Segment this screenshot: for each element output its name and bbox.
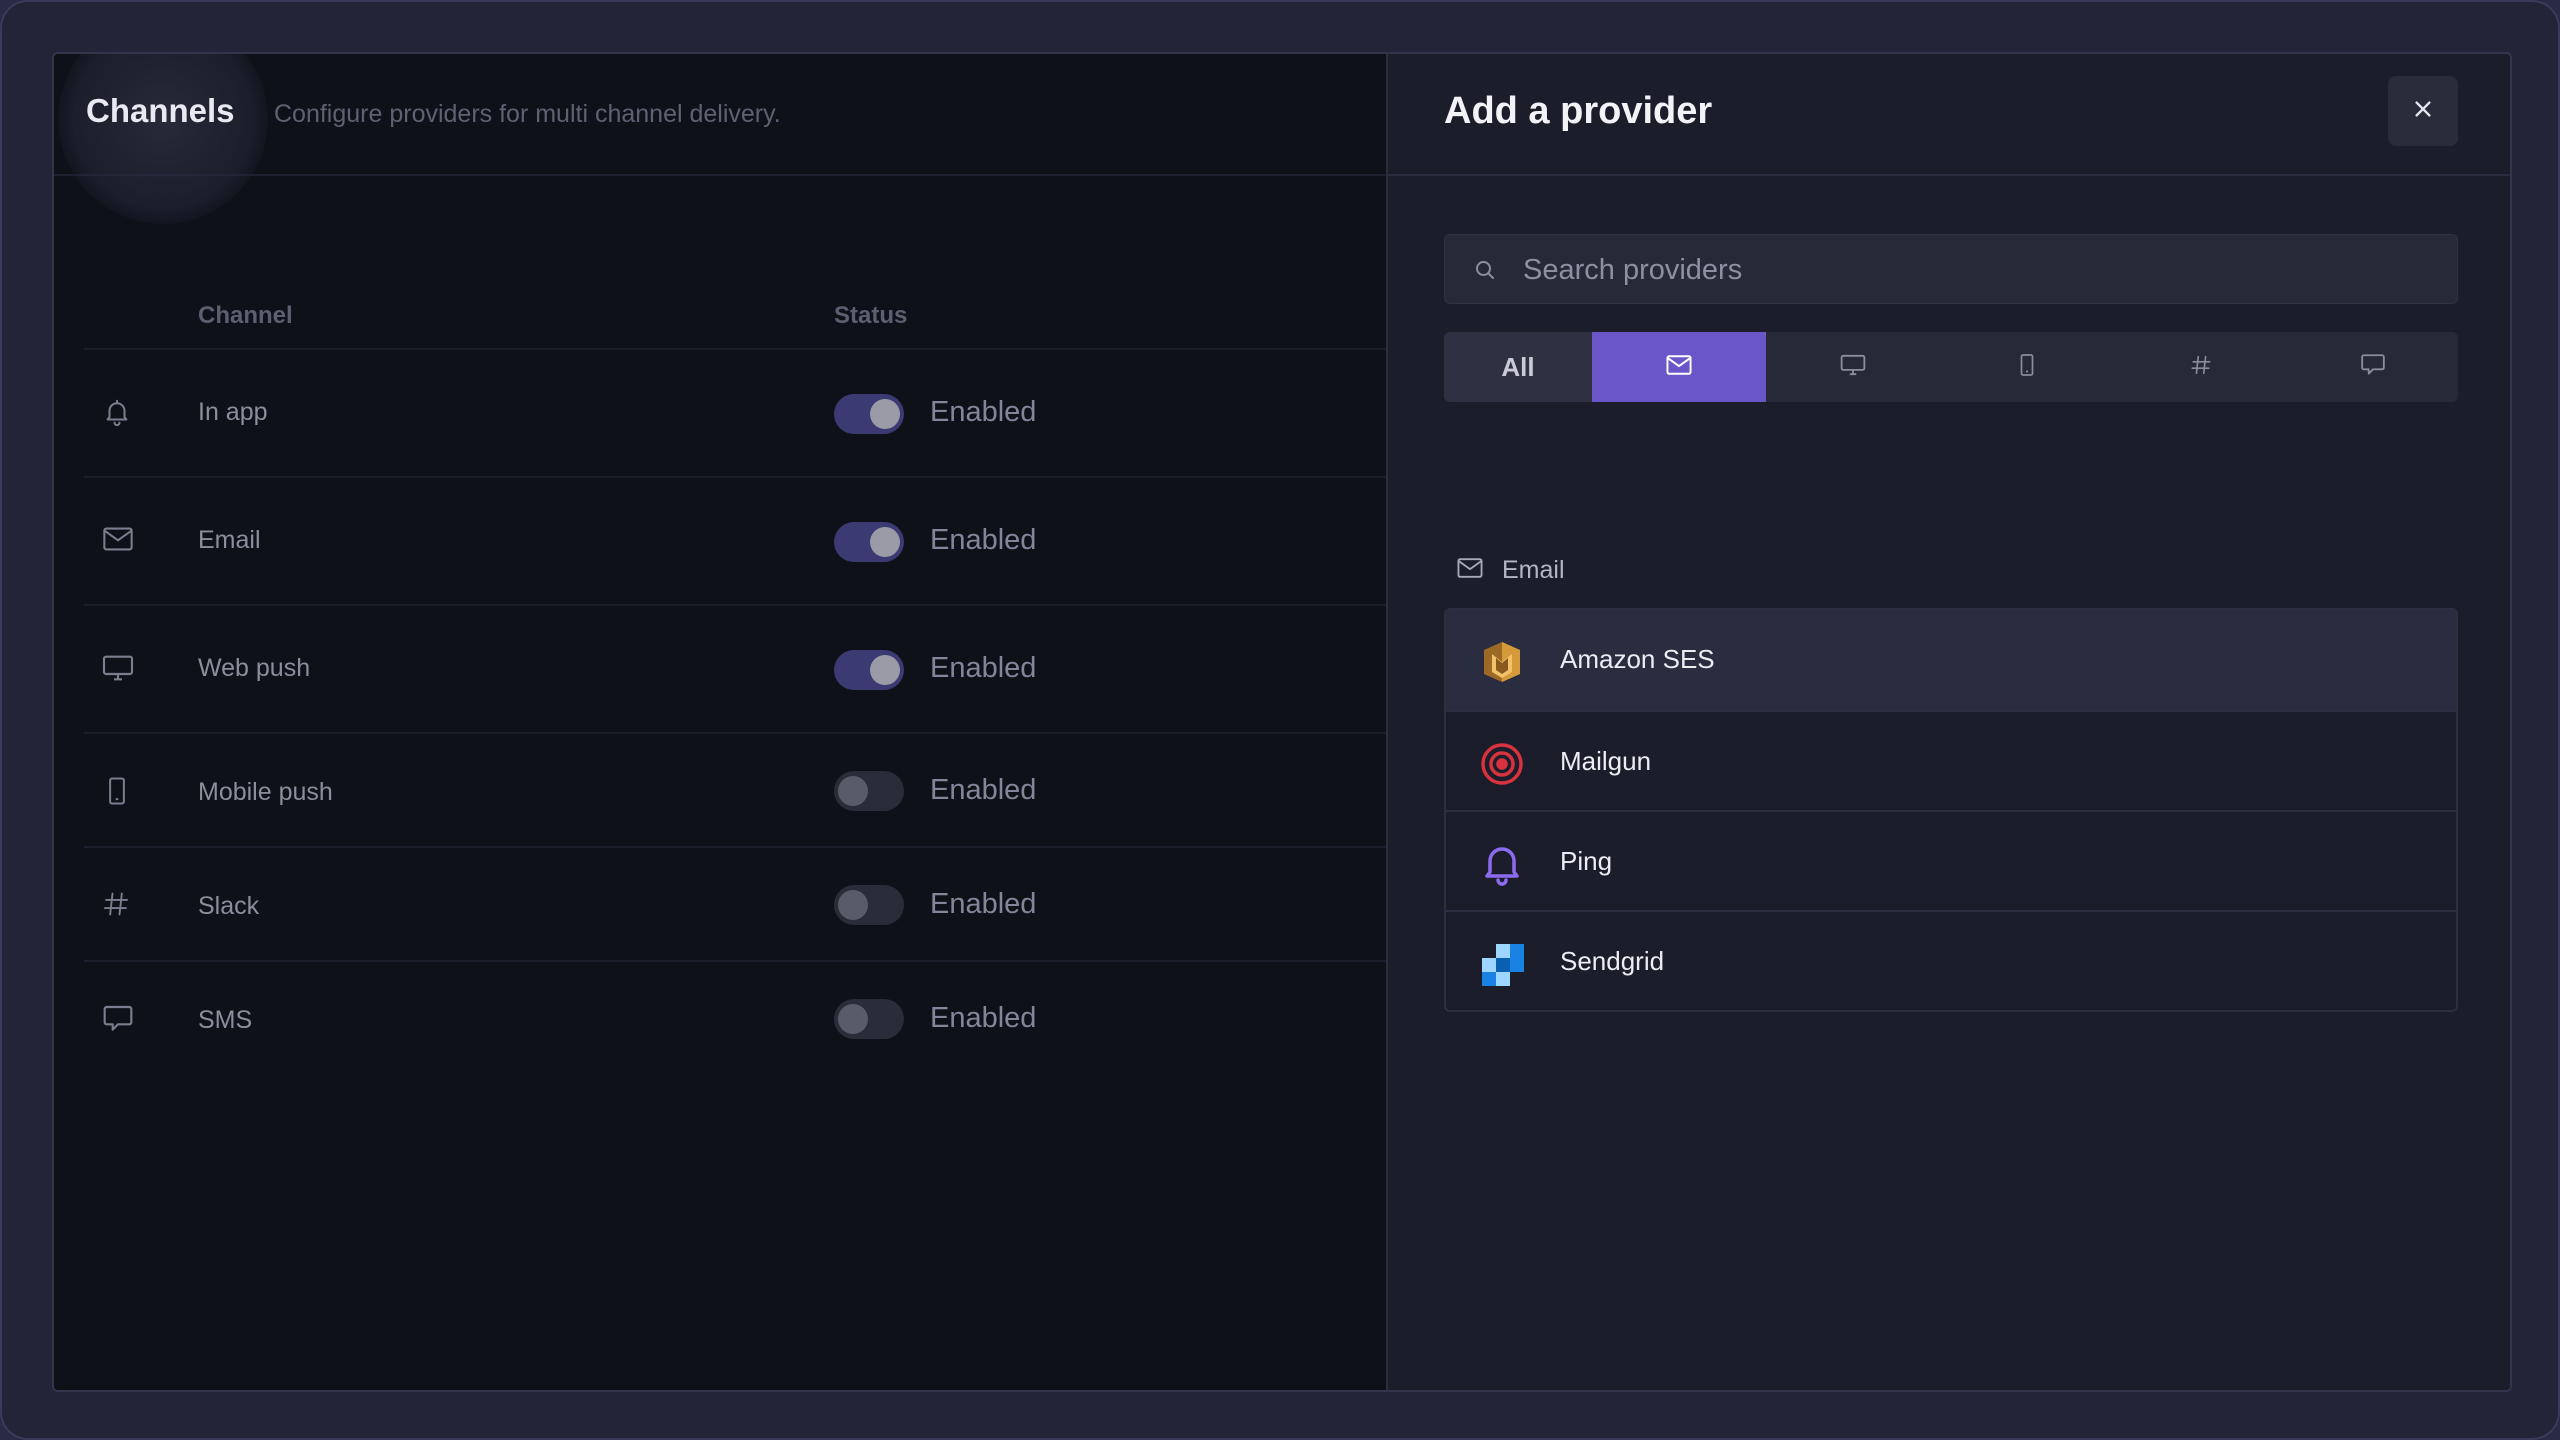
provider-name: Sendgrid — [1560, 946, 1665, 976]
channel-toggle-slack[interactable] — [834, 885, 904, 925]
mail-icon — [102, 526, 134, 557]
provider-name: Mailgun — [1560, 746, 1652, 776]
panel-title: Add a provider — [1444, 90, 1713, 132]
channel-toggle-sms[interactable] — [834, 999, 904, 1039]
page-subtitle: Configure providers for multi channel de… — [274, 100, 781, 128]
provider-group-header: Email — [1456, 556, 1565, 585]
provider-item-mailgun[interactable]: Mailgun — [1446, 710, 2456, 810]
page-title: Channels — [86, 92, 235, 129]
channel-toggle-web-push[interactable] — [834, 650, 904, 690]
channel-row-sms: SMS Enabled — [84, 960, 1386, 1074]
channel-label: Slack — [198, 892, 260, 920]
provider-item-ping[interactable]: Ping — [1446, 810, 2456, 910]
message-icon — [2360, 353, 2386, 382]
ping-logo — [1480, 842, 1524, 886]
column-header-channel: Channel — [198, 302, 293, 329]
channels-header: Channels Configure providers for multi c… — [54, 54, 1386, 224]
provider-item-amazon-ses[interactable]: Amazon SES — [1446, 610, 2456, 710]
channel-filter-tabs: All — [1444, 332, 2458, 402]
tab-web-push[interactable] — [1766, 332, 1940, 402]
monitor-icon — [1840, 353, 1866, 382]
search-box — [1444, 234, 2458, 305]
close-icon — [2412, 98, 2434, 125]
channel-status: Enabled — [930, 396, 1037, 428]
hash-icon — [2190, 354, 2212, 381]
provider-name: Ping — [1560, 846, 1613, 876]
mail-icon — [1456, 557, 1484, 584]
smartphone-icon — [2015, 353, 2039, 382]
provider-list: Amazon SES Mailgun Ping Sendgrid — [1444, 608, 2458, 1012]
tab-email[interactable] — [1592, 332, 1766, 402]
channel-row-email: Email Enabled — [84, 476, 1386, 604]
tab-sms[interactable] — [2288, 332, 2458, 402]
cursor-highlight — [58, 54, 268, 224]
channels-pane: Channels Configure providers for multi c… — [54, 54, 1386, 1390]
add-provider-panel: Add a provider All — [1386, 54, 2510, 1390]
message-icon — [102, 1004, 134, 1039]
channel-label: Mobile push — [198, 778, 333, 806]
tab-slack[interactable] — [2114, 332, 2288, 402]
app-window: Channels Configure providers for multi c… — [52, 52, 2512, 1392]
channel-status: Enabled — [930, 888, 1037, 920]
provider-name: Amazon SES — [1560, 644, 1715, 674]
hash-icon — [102, 890, 130, 923]
channel-status: Enabled — [930, 774, 1037, 806]
smartphone-icon — [102, 776, 132, 811]
app-frame: Channels Configure providers for multi c… — [0, 0, 2560, 1440]
channel-toggle-email[interactable] — [834, 522, 904, 562]
channel-toggle-in-app[interactable] — [834, 394, 904, 434]
mail-icon — [1665, 354, 1693, 381]
search-icon — [1473, 258, 1497, 287]
sendgrid-logo — [1480, 942, 1524, 986]
channel-label: Email — [198, 526, 261, 554]
channel-status: Enabled — [930, 652, 1037, 684]
tab-mobile-push[interactable] — [1940, 332, 2114, 402]
monitor-icon — [102, 654, 134, 687]
amazon-ses-logo — [1480, 640, 1524, 684]
channel-row-web-push: Web push Enabled — [84, 604, 1386, 732]
bell-icon — [102, 396, 132, 433]
channel-label: In app — [198, 398, 268, 426]
close-button[interactable] — [2388, 76, 2458, 146]
channel-status: Enabled — [930, 524, 1037, 556]
provider-item-sendgrid[interactable]: Sendgrid — [1446, 910, 2456, 1010]
channel-row-mobile-push: Mobile push Enabled — [84, 732, 1386, 846]
channel-status: Enabled — [930, 1002, 1037, 1034]
search-input[interactable] — [1523, 235, 2423, 305]
column-header-status: Status — [834, 302, 908, 329]
provider-group-label: Email — [1502, 556, 1565, 584]
panel-header: Add a provider — [1388, 54, 2510, 176]
channel-row-slack: Slack Enabled — [84, 846, 1386, 960]
channel-label: SMS — [198, 1006, 253, 1034]
tab-all[interactable]: All — [1444, 332, 1592, 402]
mailgun-logo — [1480, 742, 1524, 786]
channel-row-in-app: In app Enabled — [84, 348, 1386, 476]
channel-toggle-mobile-push[interactable] — [834, 771, 904, 811]
channel-label: Web push — [198, 654, 311, 682]
